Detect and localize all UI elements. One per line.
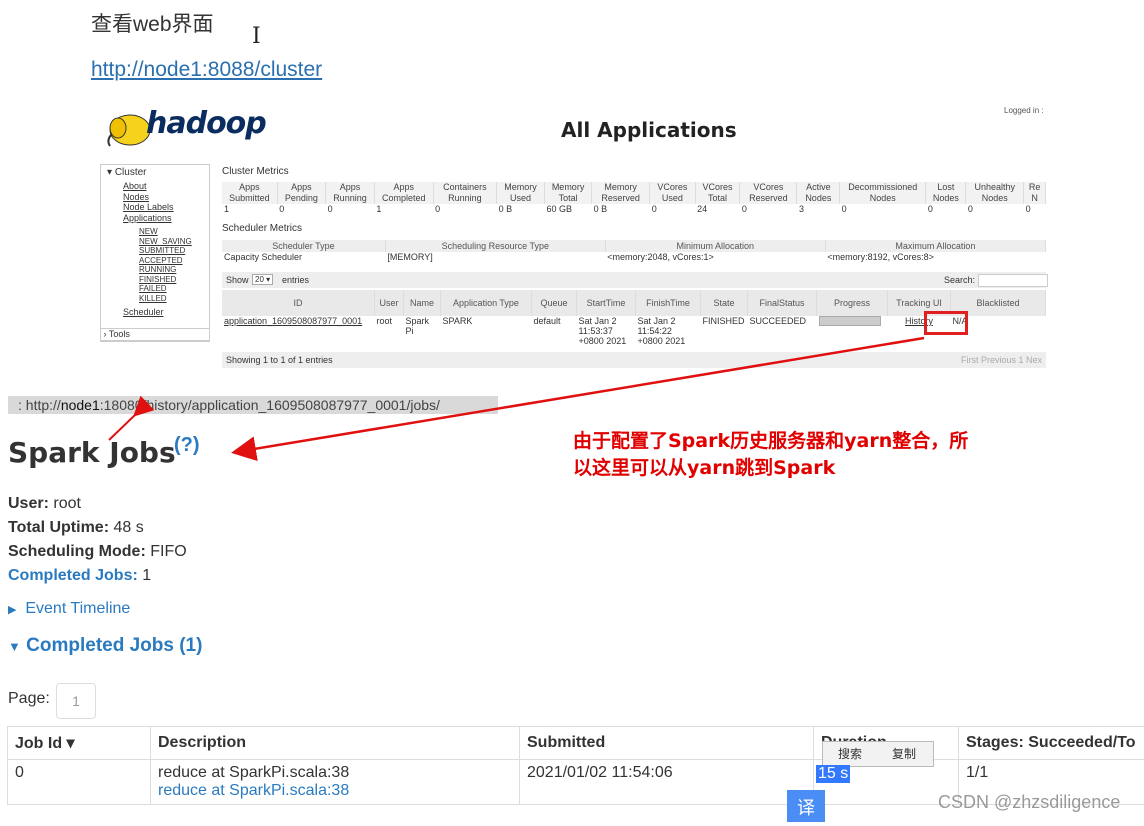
spark-info: User: root Total Uptime: 48 s Scheduling… bbox=[8, 492, 187, 588]
translate-button[interactable]: 译 bbox=[787, 790, 825, 822]
col-description[interactable]: Description bbox=[151, 727, 520, 760]
page-label: Page: bbox=[8, 690, 50, 708]
page-input[interactable]: 1 bbox=[56, 683, 96, 719]
watermark: CSDN @zhzsdiligence bbox=[938, 792, 1120, 813]
col-stages[interactable]: Stages: Succeeded/To bbox=[959, 727, 1144, 760]
completed-jobs-toggle[interactable]: ▼ Completed Jobs (1) bbox=[8, 635, 202, 657]
popup-search-button[interactable]: 搜索 bbox=[823, 742, 877, 766]
arrow-to-url bbox=[109, 414, 136, 440]
job-id: 0 bbox=[8, 760, 151, 805]
job-submitted: 2021/01/02 11:54:06 bbox=[520, 760, 814, 805]
col-job-id[interactable]: Job Id ▾ bbox=[8, 727, 151, 760]
selected-duration: 15 s bbox=[816, 765, 850, 783]
selection-popup: 搜索复制 bbox=[822, 741, 934, 767]
job-desc-link[interactable]: reduce at SparkPi.scala:38 bbox=[158, 782, 349, 799]
event-timeline-toggle[interactable]: ▶ Event Timeline bbox=[8, 600, 130, 618]
popup-copy-button[interactable]: 复制 bbox=[877, 742, 931, 766]
caret-right-icon: ▶ bbox=[8, 604, 16, 616]
job-desc: reduce at SparkPi.scala:38 bbox=[158, 764, 512, 782]
completed-jobs-link[interactable]: Completed Jobs: bbox=[8, 567, 138, 584]
uptime-value: 48 s bbox=[113, 519, 143, 536]
arrow-to-spark-jobs bbox=[236, 338, 924, 452]
user-value: root bbox=[53, 495, 81, 512]
col-submitted[interactable]: Submitted bbox=[520, 727, 814, 760]
caret-down-icon: ▼ bbox=[8, 639, 21, 654]
annotation-arrows bbox=[0, 0, 1144, 825]
mode-value: FIFO bbox=[150, 543, 186, 560]
